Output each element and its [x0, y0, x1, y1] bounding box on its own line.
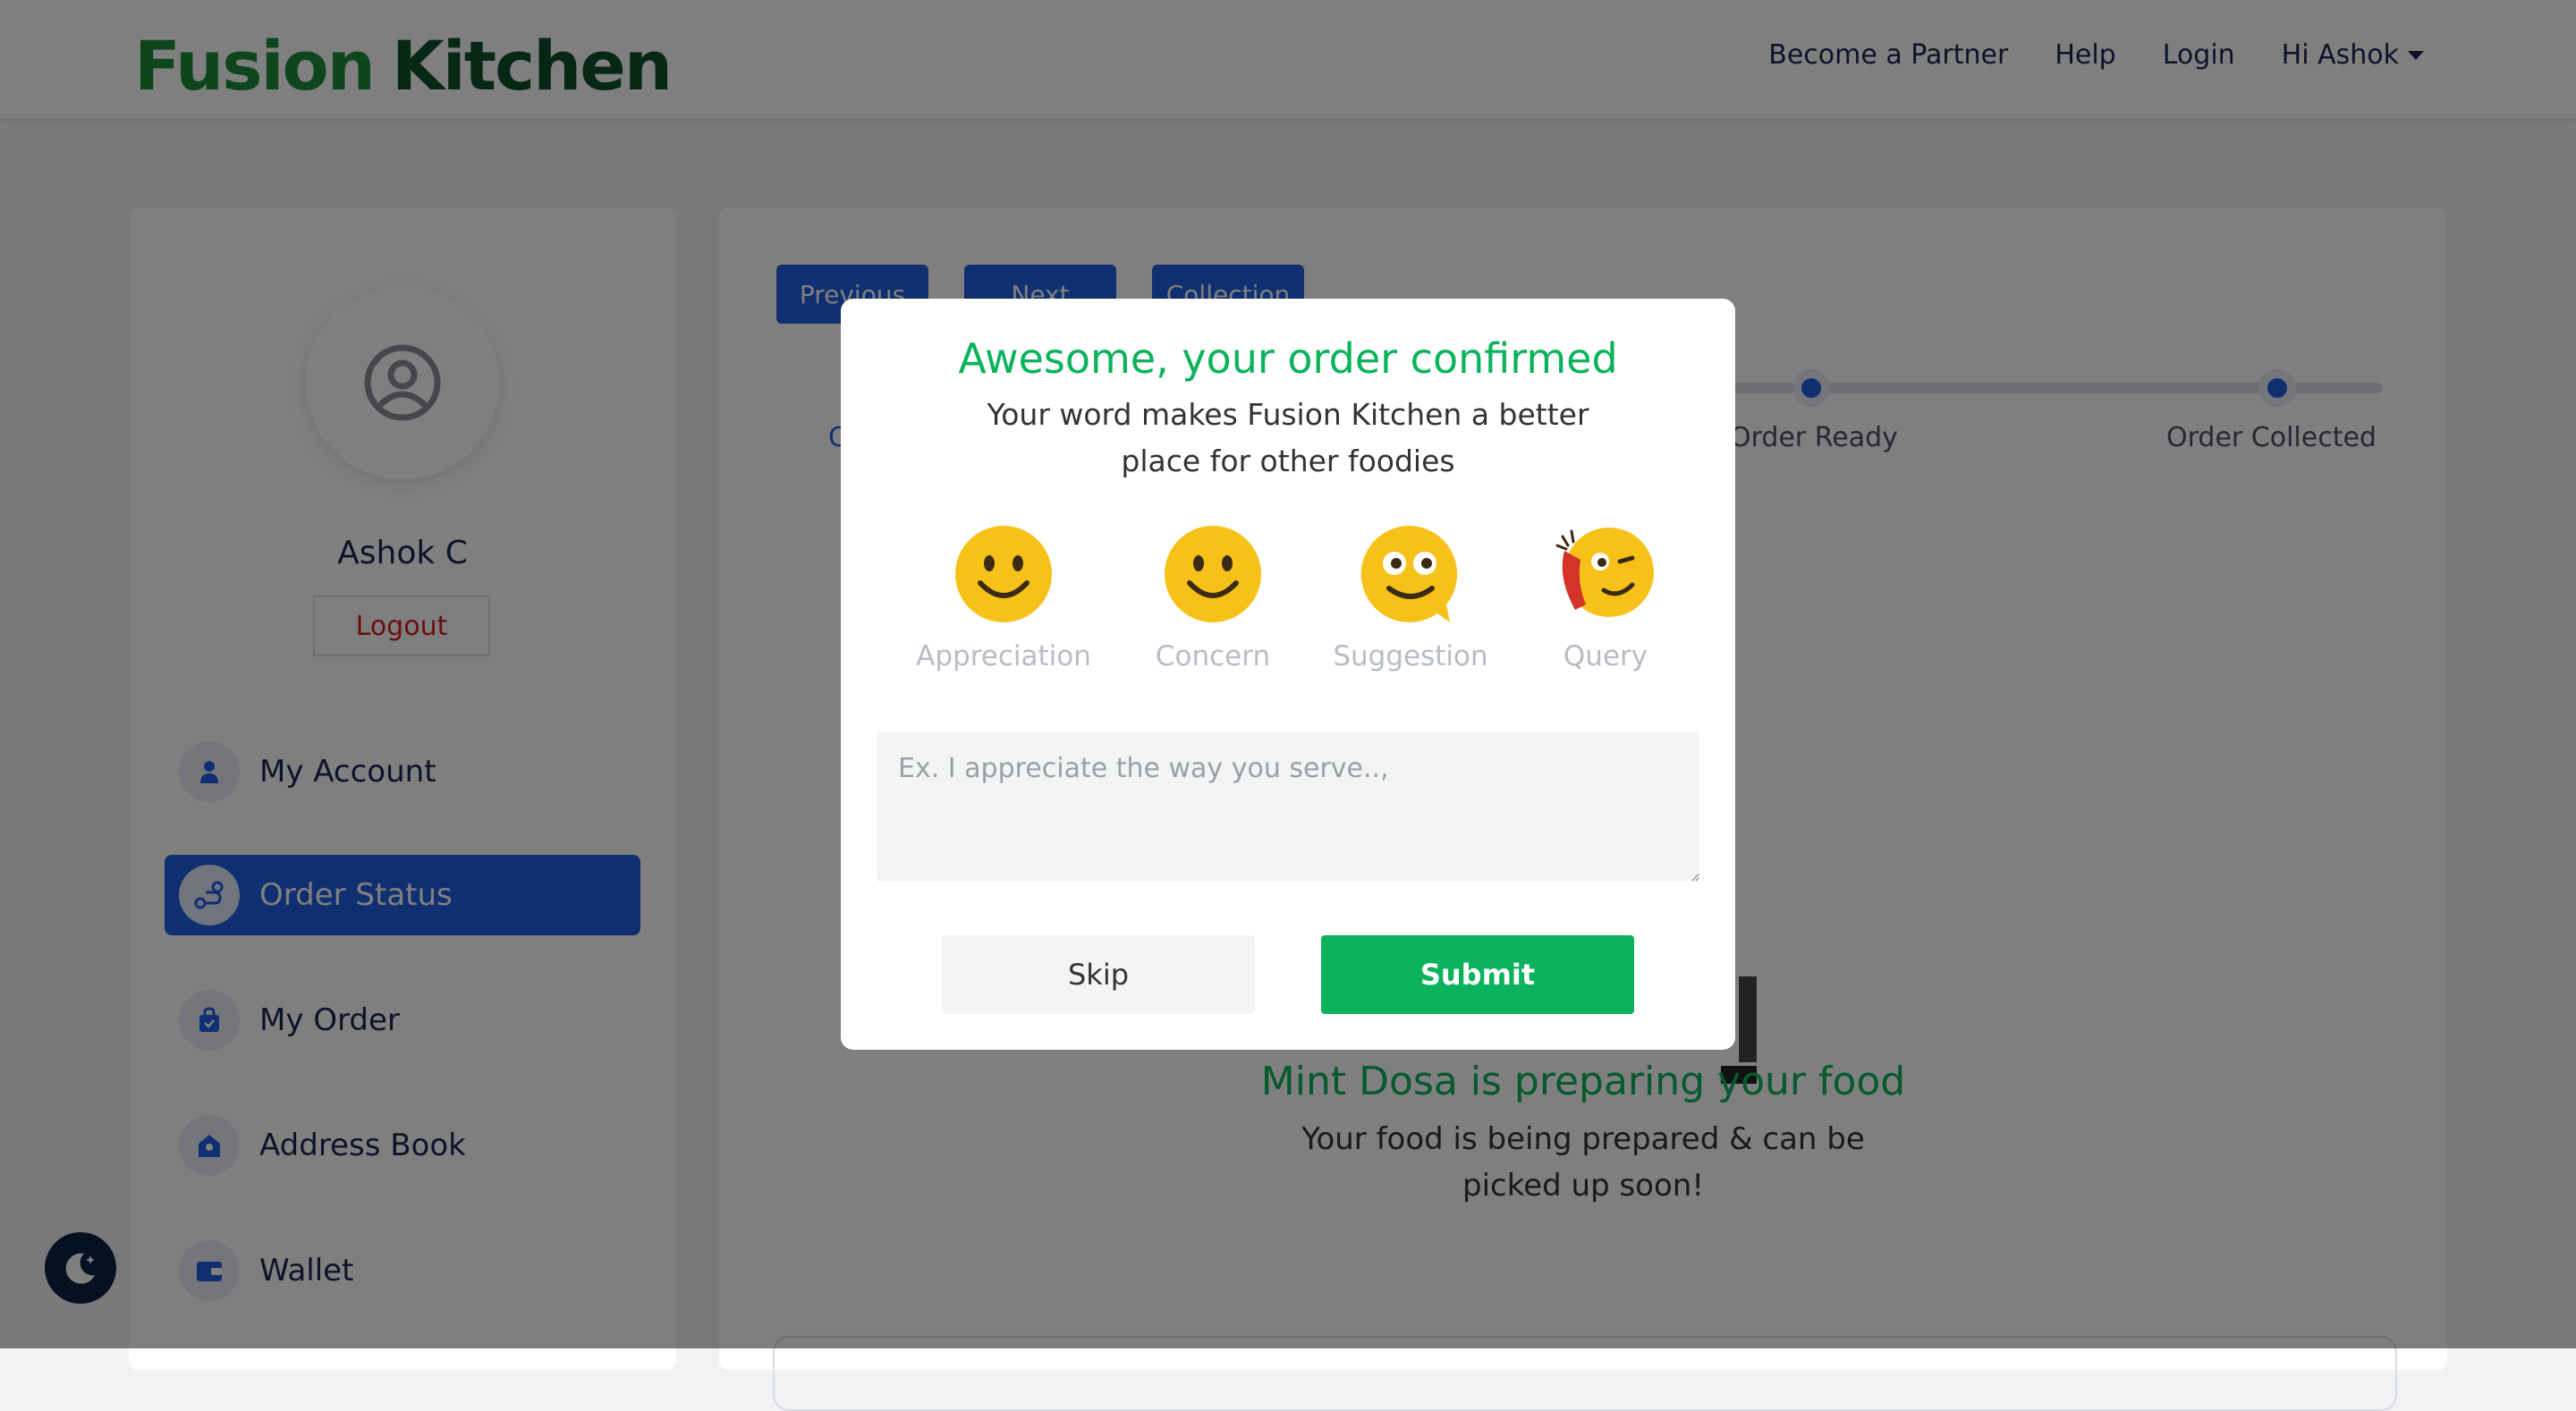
modal-title: Awesome, your order confirmed [958, 334, 1618, 383]
feedback-modal: Awesome, your order confirmed Your word … [841, 299, 1735, 1050]
feedback-option-label: Appreciation [916, 640, 1091, 672]
phone-wink-emoji-icon [1555, 528, 1654, 617]
feedback-option-appreciation[interactable]: Appreciation [916, 524, 1091, 672]
modal-subtitle: Your word makes Fusion Kitchen a better … [987, 397, 1589, 478]
speech-emoji-icon [1360, 525, 1458, 622]
feedback-option-label: Suggestion [1333, 640, 1488, 672]
skip-button[interactable]: Skip [942, 935, 1255, 1014]
feedback-option-label: Concern [1155, 640, 1271, 672]
feedback-option-label: Query [1563, 640, 1648, 672]
feedback-option-concern[interactable]: Concern [1128, 524, 1298, 672]
smile-emoji-icon [955, 526, 1052, 622]
feedback-option-query[interactable]: Query [1521, 524, 1690, 672]
submit-button[interactable]: Submit [1321, 935, 1634, 1014]
smile-emoji-icon [1165, 526, 1261, 622]
feedback-textarea[interactable] [877, 731, 1699, 882]
feedback-option-suggestion[interactable]: Suggestion [1326, 524, 1496, 672]
